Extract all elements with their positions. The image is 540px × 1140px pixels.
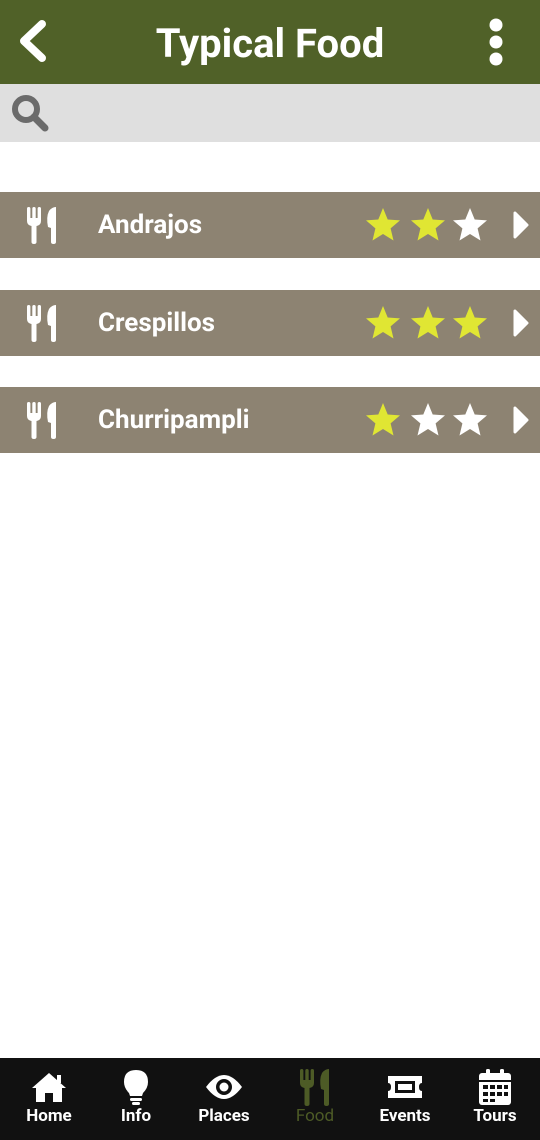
calendar-icon xyxy=(479,1069,511,1105)
eye-icon xyxy=(206,1075,242,1099)
star-rating xyxy=(364,206,494,244)
star-icon xyxy=(411,403,445,436)
nav-label: Food xyxy=(295,1106,335,1126)
star-icon xyxy=(411,208,445,241)
page-title: Typical Food xyxy=(155,20,385,67)
chevron-left-icon xyxy=(20,20,46,62)
more-vertical-icon xyxy=(489,18,503,66)
food-name: Churripampli xyxy=(98,405,250,435)
nav-item-places[interactable]: Places xyxy=(178,1058,270,1140)
nav-item-tours[interactable]: Tours xyxy=(450,1058,540,1140)
star-rating xyxy=(364,304,494,342)
nav-label: Events xyxy=(379,1106,431,1126)
chevron-right-icon xyxy=(513,309,529,337)
food-name: Crespillos xyxy=(98,308,215,338)
search-icon xyxy=(12,95,49,132)
fork-knife-icon xyxy=(27,305,56,342)
star-icon xyxy=(411,306,445,339)
home-icon xyxy=(32,1073,66,1102)
search-input[interactable] xyxy=(58,92,532,136)
nav-item-home[interactable]: Home xyxy=(4,1058,94,1140)
search-bar xyxy=(0,84,540,142)
chevron-right-icon xyxy=(513,406,529,434)
star-icon xyxy=(366,208,400,241)
fork-knife-icon xyxy=(27,207,56,244)
list-item[interactable]: Churripampli xyxy=(0,387,540,453)
bottom-nav: Home Info Places Food Events Tours xyxy=(0,1058,540,1140)
nav-label: Info xyxy=(120,1106,152,1126)
nav-label: Tours xyxy=(473,1106,517,1126)
list-item[interactable]: Andrajos xyxy=(0,192,540,258)
fork-knife-icon xyxy=(27,402,56,439)
star-icon xyxy=(366,306,400,339)
nav-item-food[interactable]: Food xyxy=(270,1058,360,1140)
ticket-icon xyxy=(388,1076,422,1098)
fork-knife-icon xyxy=(300,1069,329,1106)
star-icon xyxy=(453,208,487,241)
overflow-menu-button[interactable] xyxy=(476,18,516,68)
nav-item-info[interactable]: Info xyxy=(94,1058,178,1140)
star-icon xyxy=(366,403,400,436)
nav-label: Places xyxy=(198,1106,250,1126)
app-bar: Typical Food xyxy=(0,0,540,84)
chevron-right-icon xyxy=(513,211,529,239)
star-icon xyxy=(453,403,487,436)
nav-label: Home xyxy=(26,1106,72,1126)
star-icon xyxy=(453,306,487,339)
star-rating xyxy=(364,401,494,439)
nav-item-events[interactable]: Events xyxy=(360,1058,450,1140)
food-name: Andrajos xyxy=(98,210,203,240)
back-button[interactable] xyxy=(14,18,50,64)
lightbulb-icon xyxy=(124,1070,148,1105)
list-item[interactable]: Crespillos xyxy=(0,290,540,356)
